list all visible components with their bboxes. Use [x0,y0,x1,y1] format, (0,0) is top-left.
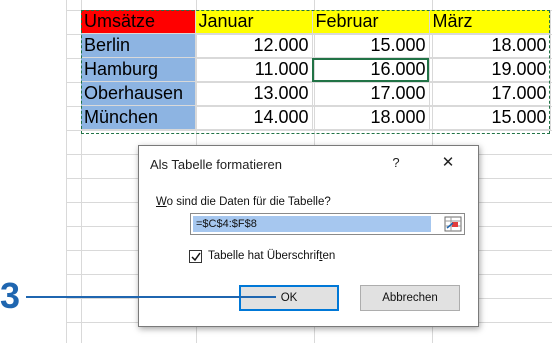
cell-value[interactable]: 15.000 [429,105,551,130]
cell-city[interactable]: Oberhausen [81,81,196,106]
sales-table: Umsätze Januar Februar März Berlin 12.00… [81,10,551,130]
cell-value[interactable]: 13.000 [195,81,313,106]
cell-value[interactable]: 12.000 [195,33,313,58]
format-as-table-dialog: Als Tabelle formatieren ? ✕ Wo sind die … [138,145,479,327]
cell-value[interactable]: 11.000 [195,57,313,82]
table-row: München 14.000 18.000 15.000 [81,105,551,130]
cell-city[interactable]: Berlin [81,33,196,58]
cell-city[interactable]: München [81,105,196,130]
close-button[interactable]: ✕ [437,152,459,174]
range-input[interactable] [193,216,431,232]
cell-header-februar[interactable]: Februar [312,10,430,34]
cell-value[interactable]: 19.000 [429,57,551,82]
help-button[interactable]: ? [385,152,407,174]
prompt-access-key: W [156,196,167,208]
header-row: Umsätze Januar Februar März [81,10,551,34]
headers-checkbox-label[interactable]: Tabelle hat Überschriften [208,250,335,262]
callout-step-number: 3 [0,275,21,316]
cell-value[interactable]: 18.000 [312,105,430,130]
cell-value[interactable]: 14.000 [195,105,313,130]
checkmark-icon [191,252,201,262]
cell-value[interactable]: 18.000 [429,33,551,58]
callout-pointer-line [26,296,276,298]
checkbox-label-end: en [322,250,336,262]
cell-value[interactable]: 15.000 [312,33,430,58]
table-row: Oberhausen 13.000 17.000 17.000 [81,81,551,106]
cell-header-maerz[interactable]: März [429,10,551,34]
dialog-title: Als Tabelle formatieren [150,157,282,172]
ok-button[interactable]: OK [239,285,339,311]
cancel-button[interactable]: Abbrechen [360,285,460,311]
cell-city[interactable]: Hamburg [81,57,196,82]
range-prompt-label: Wo sind die Daten für die Tabelle? [156,196,331,208]
headers-checkbox[interactable] [189,250,202,263]
table-row: Hamburg 11.000 16.000 19.000 [81,57,551,82]
range-picker-icon[interactable] [444,216,462,232]
cell-value[interactable]: 17.000 [312,81,430,106]
table-row: Berlin 12.000 15.000 18.000 [81,33,551,58]
checkbox-label-main: Tabelle hat Überschrif [208,250,320,262]
active-cell[interactable]: 16.000 [312,57,430,82]
cell-header-januar[interactable]: Januar [195,10,313,34]
range-field[interactable] [190,213,465,235]
cell-value[interactable]: 17.000 [429,81,551,106]
cell-header-umsaetze[interactable]: Umsätze [81,10,196,34]
prompt-text: o sind die Daten für die Tabelle? [166,196,331,208]
